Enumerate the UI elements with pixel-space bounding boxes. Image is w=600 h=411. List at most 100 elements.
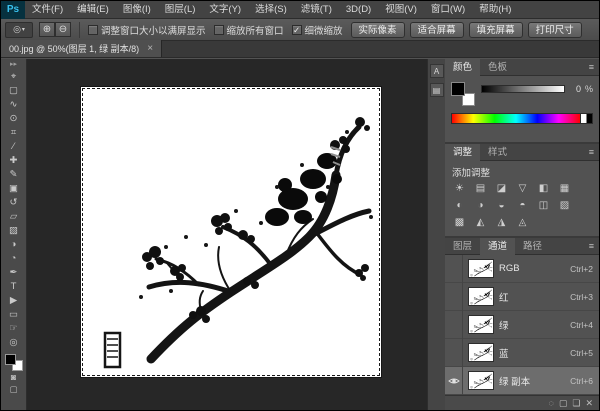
lasso-tool-icon[interactable]: ∿ (3, 98, 25, 112)
history-brush-tool-icon[interactable]: ↺ (3, 196, 25, 210)
clone-stamp-tool-icon[interactable]: ▣ (3, 182, 25, 196)
canvas-area[interactable] (27, 59, 427, 410)
color-swatches[interactable] (451, 82, 475, 106)
curves-icon[interactable]: ◪ (492, 181, 511, 197)
selective-color-icon[interactable]: ◬ (513, 215, 532, 231)
threshold-icon[interactable]: ◭ (471, 215, 490, 231)
红[interactable]: 红 Ctrl+3 (445, 282, 599, 311)
menu-item[interactable]: 文字(Y) (202, 1, 248, 19)
visibility-toggle[interactable] (445, 366, 463, 395)
panel-tab[interactable]: 颜色 (445, 59, 481, 76)
save-selection-icon[interactable]: ▢ (559, 397, 568, 410)
shape-tool-icon[interactable]: ▭ (3, 308, 25, 322)
panel-tab[interactable]: 图层 (445, 238, 480, 255)
path-select-tool-icon[interactable]: ▶ (3, 294, 25, 308)
document-canvas[interactable] (81, 87, 381, 377)
panel-tab[interactable]: 路径 (515, 238, 550, 255)
screen-mode-icon[interactable]: ▢ (3, 383, 25, 395)
绿 副本[interactable]: 绿 副本 Ctrl+6 (445, 366, 599, 395)
绿[interactable]: 绿 Ctrl+4 (445, 310, 599, 339)
visibility-toggle[interactable] (445, 310, 463, 339)
checkbox-box[interactable]: ✓ (291, 24, 302, 35)
healing-tool-icon[interactable]: ✚ (3, 154, 25, 168)
pen-tool-icon[interactable]: ✒ (3, 266, 25, 280)
crop-tool-icon[interactable]: ⌗ (3, 126, 25, 140)
dodge-tool-icon[interactable]: ◔ (3, 252, 25, 266)
menu-item[interactable]: 帮助(H) (472, 1, 518, 19)
posterize-icon[interactable]: ▩ (450, 215, 469, 231)
menu-item[interactable]: 图层(L) (158, 1, 203, 19)
channel-mixer-icon[interactable]: ◓ (513, 198, 532, 214)
RGB[interactable]: RGB Ctrl+2 (445, 255, 599, 283)
panel-tab[interactable]: 调整 (445, 144, 481, 161)
document-tab[interactable]: 00.jpg @ 50%(图层 1, 绿 副本/8) × (1, 40, 163, 57)
color-lookup-icon[interactable]: ◫ (534, 198, 553, 214)
delete-channel-icon[interactable]: ✕ (585, 397, 593, 410)
move-tool-icon[interactable]: ⌖ (3, 70, 25, 84)
new-channel-icon[interactable]: ❏ (572, 397, 580, 410)
levels-icon[interactable]: ▤ (471, 181, 490, 197)
panel-menu-icon[interactable]: ≡ (584, 147, 599, 157)
eyedropper-tool-icon[interactable]: ∕ (3, 140, 25, 154)
menu-item[interactable]: 编辑(E) (70, 1, 116, 19)
menu-item[interactable]: 选择(S) (248, 1, 294, 19)
蓝[interactable]: 蓝 Ctrl+5 (445, 338, 599, 367)
character-panel-icon[interactable]: A (429, 64, 444, 78)
color-value-field[interactable]: 0 (569, 84, 581, 94)
visibility-toggle[interactable] (445, 338, 463, 367)
close-icon[interactable]: × (147, 43, 153, 54)
checkbox-box[interactable] (213, 24, 224, 35)
hue-saturation-icon[interactable]: ▦ (555, 181, 574, 197)
zoom-out-button[interactable]: ⊖ (55, 22, 71, 37)
panel-tab[interactable]: 色板 (480, 59, 515, 76)
foreground-color-swatch[interactable] (451, 82, 465, 96)
brightness-contrast-icon[interactable]: ☀ (450, 181, 469, 197)
panel-menu-icon[interactable]: ≡ (584, 241, 599, 251)
blur-tool-icon[interactable]: ◑ (3, 238, 25, 252)
current-tool-dropdown[interactable]: ◎ ▾ (5, 21, 33, 38)
menu-item[interactable]: 视图(V) (378, 1, 424, 19)
option-checkbox[interactable]: ✓ 细微缩放 (291, 23, 343, 37)
visibility-toggle[interactable] (445, 282, 463, 311)
menu-item[interactable]: 窗口(W) (424, 1, 472, 19)
actual-pixels-button[interactable]: 实际像素 (350, 21, 405, 38)
gradient-map-icon[interactable]: ◮ (492, 215, 511, 231)
menu-item[interactable]: 3D(D) (339, 1, 378, 19)
black-white-icon[interactable]: ◑ (471, 198, 490, 214)
brush-tool-icon[interactable]: ✎ (3, 168, 25, 182)
properties-panel-icon[interactable]: ▤ (429, 83, 444, 97)
exposure-icon[interactable]: ▽ (513, 181, 532, 197)
color-spectrum-bar[interactable] (451, 113, 581, 124)
load-selection-icon[interactable]: ◌ (549, 397, 554, 410)
panel-tab[interactable]: 通道 (480, 238, 516, 255)
gradient-tool-icon[interactable]: ▧ (3, 224, 25, 238)
visibility-toggle[interactable] (445, 255, 463, 283)
fit-screen-button[interactable]: 适合屏幕 (409, 21, 464, 38)
panel-menu-icon[interactable]: ≡ (584, 62, 599, 72)
toolbar-collapse-icon[interactable]: ▸▸ (10, 60, 17, 70)
menu-item[interactable]: 滤镜(T) (294, 1, 339, 19)
menu-item[interactable]: 图像(I) (116, 1, 158, 19)
print-size-button[interactable]: 打印尺寸 (527, 21, 582, 38)
quick-select-tool-icon[interactable]: ⊙ (3, 112, 25, 126)
vibrance-icon[interactable]: ◧ (534, 181, 553, 197)
zoom-in-button[interactable]: ⊕ (39, 22, 55, 37)
color-balance-icon[interactable]: ◐ (450, 198, 469, 214)
foreground-color-swatch[interactable] (4, 354, 16, 365)
checkbox-box[interactable] (88, 24, 98, 35)
zoom-tool-icon[interactable]: ◎ (3, 336, 25, 350)
type-tool-icon[interactable]: T (3, 280, 25, 294)
marquee-tool-icon[interactable]: ▢ (3, 84, 25, 98)
quick-mask-icon[interactable]: ◙ (3, 371, 25, 383)
black-white-spectrum-end[interactable] (581, 113, 593, 124)
hand-tool-icon[interactable]: ☞ (3, 322, 25, 336)
fill-screen-button[interactable]: 填充屏幕 (468, 21, 523, 38)
color-slider[interactable] (481, 85, 565, 93)
option-checkbox[interactable]: 缩放所有窗口 (213, 23, 284, 37)
invert-icon[interactable]: ▨ (555, 198, 574, 214)
photo-filter-icon[interactable]: ◒ (492, 198, 511, 214)
panel-tab[interactable]: 样式 (480, 144, 515, 161)
eraser-tool-icon[interactable]: ▱ (3, 210, 25, 224)
menu-item[interactable]: 文件(F) (25, 1, 70, 19)
option-checkbox[interactable]: 调整窗口大小以满屏显示 (88, 23, 206, 37)
